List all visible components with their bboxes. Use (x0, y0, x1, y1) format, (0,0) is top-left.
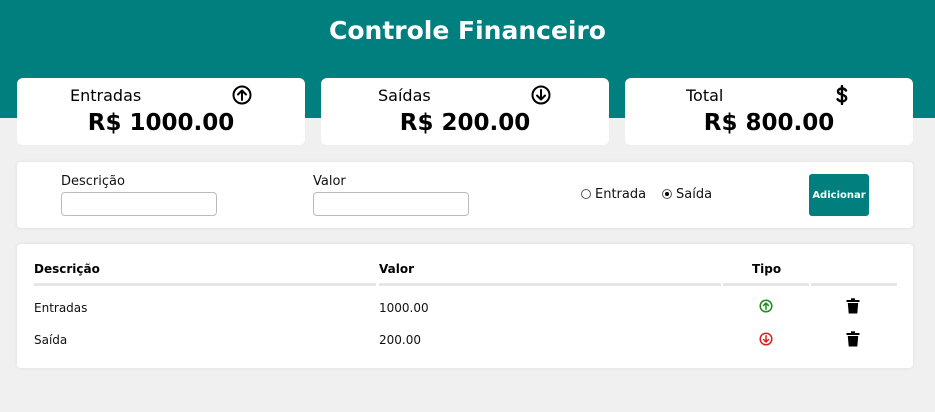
header-divider (34, 283, 376, 286)
header-divider (811, 283, 897, 286)
page-title: Controle Financeiro (329, 16, 606, 45)
row-1-descricao: Entradas (34, 301, 88, 315)
radio-saida-label[interactable]: Saída (676, 187, 712, 202)
dollar-icon (836, 85, 848, 105)
radio-entrada-label[interactable]: Entrada (595, 187, 646, 202)
descricao-label: Descrição (61, 174, 125, 189)
row-2-valor: 200.00 (379, 333, 421, 347)
transactions-table: Descrição Valor Tipo Entradas 1000.00 Sa… (17, 244, 913, 368)
header-divider (379, 283, 721, 286)
arrow-up-circle-icon (759, 299, 773, 313)
radio-saida[interactable] (662, 189, 672, 199)
card-entradas-label: Entradas (70, 86, 142, 105)
row-2-descricao: Saída (34, 333, 68, 347)
card-total-label: Total (686, 86, 724, 105)
column-header-valor: Valor (379, 262, 415, 276)
card-total-value: R$ 800.00 (703, 110, 835, 136)
trash-icon[interactable] (846, 298, 860, 314)
arrow-up-circle-icon (232, 85, 252, 105)
card-entradas-value: R$ 1000.00 (87, 110, 235, 136)
card-total: Total R$ 800.00 (625, 78, 913, 145)
add-button[interactable]: Adicionar (809, 174, 869, 216)
trash-icon[interactable] (846, 331, 860, 347)
header-divider (723, 283, 809, 286)
row-1-valor: 1000.00 (379, 301, 429, 315)
transaction-form: Descrição Valor Entrada Saída Adicionar (17, 162, 913, 228)
card-saidas-label: Saídas (378, 86, 431, 105)
arrow-down-circle-icon (759, 332, 773, 346)
column-header-tipo: Tipo (752, 262, 782, 276)
descricao-input[interactable] (61, 192, 217, 216)
valor-label: Valor (313, 174, 346, 189)
card-saidas: Saídas R$ 200.00 (321, 78, 609, 145)
radio-entrada[interactable] (581, 189, 591, 199)
valor-input[interactable] (313, 192, 469, 216)
column-header-descricao: Descrição (34, 262, 100, 276)
arrow-down-circle-icon (531, 85, 551, 105)
card-entradas: Entradas R$ 1000.00 (17, 78, 305, 145)
card-saidas-value: R$ 200.00 (399, 110, 531, 136)
